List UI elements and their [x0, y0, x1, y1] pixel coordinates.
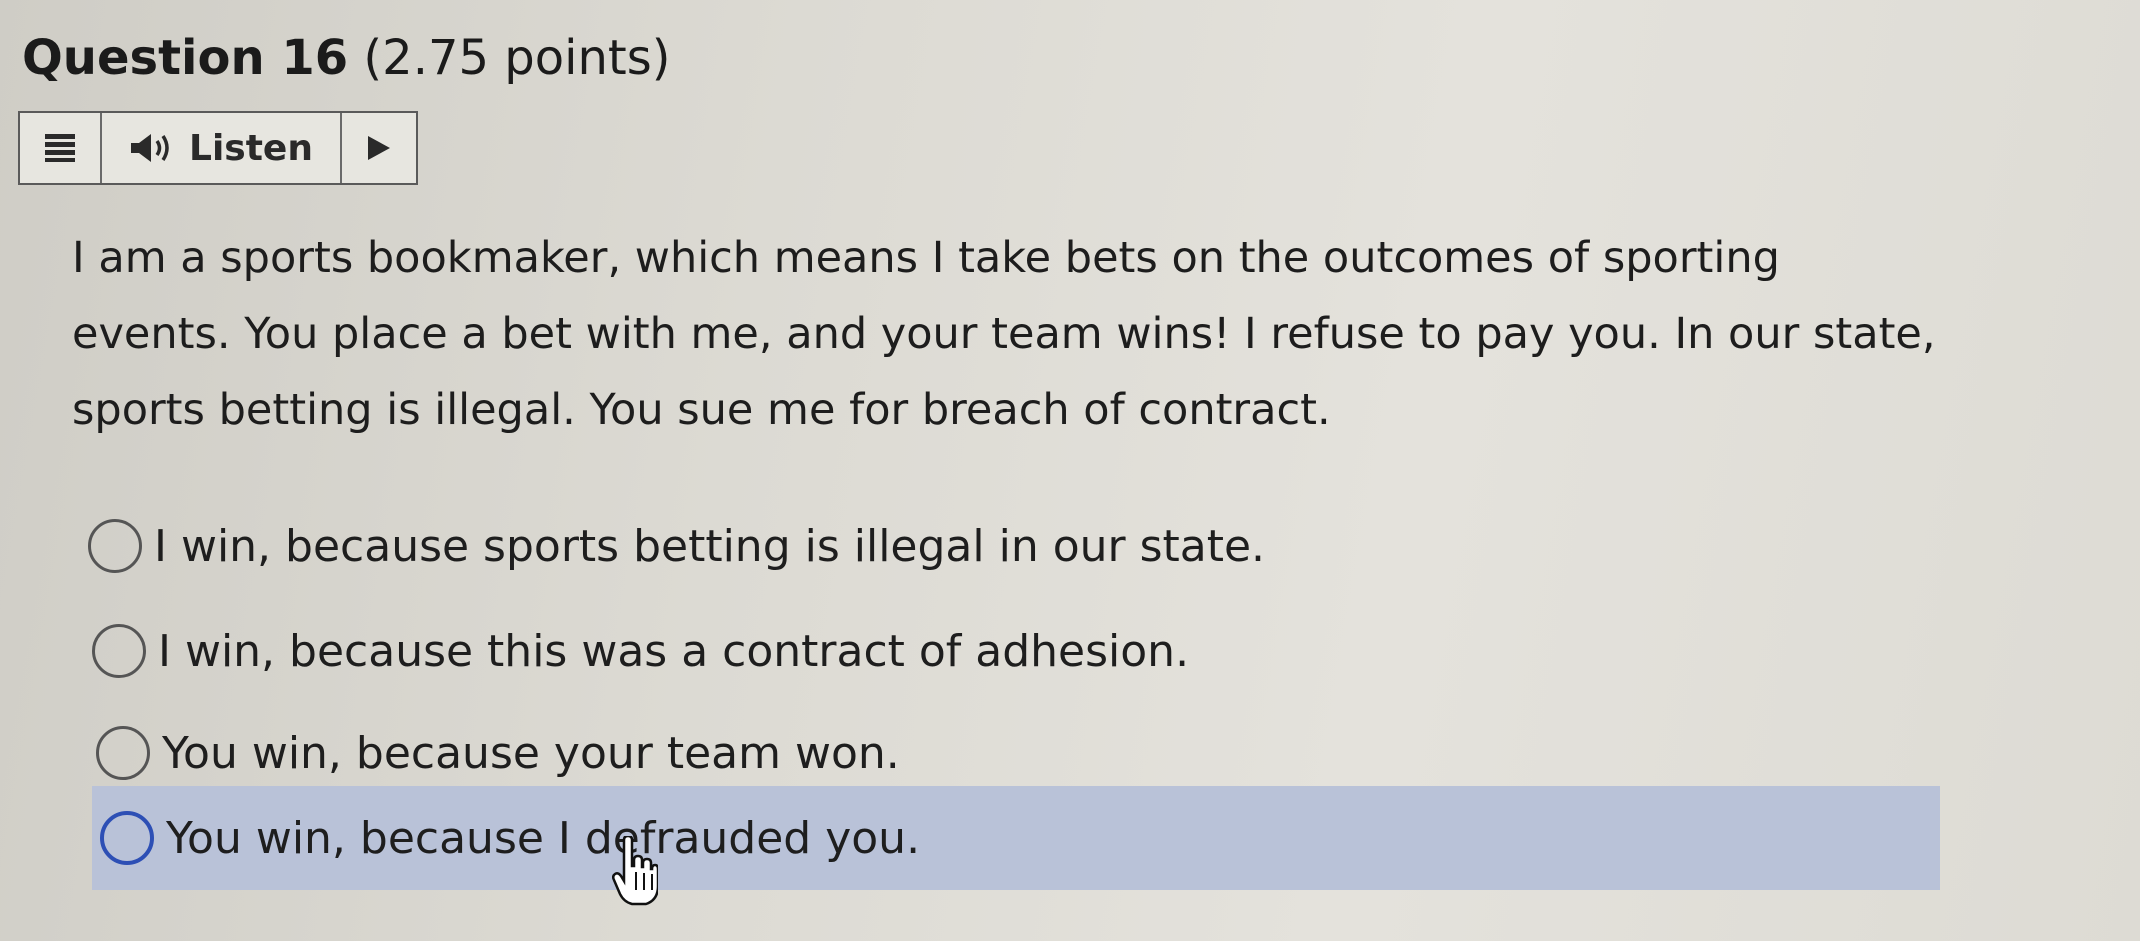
radio-button[interactable]: [100, 811, 154, 865]
answer-label: You win, because your team won.: [162, 727, 900, 779]
question-points: (2.75 points): [363, 30, 671, 86]
answer-option[interactable]: You win, because your team won.: [96, 720, 900, 786]
listen-toolbar: Listen: [18, 111, 418, 185]
answer-label: I win, because this was a contract of ad…: [158, 625, 1190, 677]
answer-label: I win, because sports betting is illegal…: [154, 520, 1266, 572]
prompt-line: events. You place a bet with me, and you…: [72, 309, 1936, 359]
answer-label: You win, because I defrauded you.: [166, 812, 921, 864]
hand-cursor-icon: [612, 836, 658, 906]
prompt-line: I am a sports bookmaker, which means I t…: [72, 233, 1780, 283]
answer-option[interactable]: I win, because this was a contract of ad…: [92, 618, 1189, 684]
play-button[interactable]: [342, 113, 416, 183]
question-prompt: I am a sports bookmaker, which means I t…: [72, 220, 2072, 448]
question-number: Question 16: [22, 30, 349, 86]
radio-button[interactable]: [96, 726, 150, 780]
listen-button[interactable]: Listen: [102, 113, 342, 183]
menu-button[interactable]: [20, 113, 102, 183]
listen-label: Listen: [189, 127, 313, 169]
speaker-icon: [131, 134, 169, 162]
prompt-line: sports betting is illegal. You sue me fo…: [72, 385, 1331, 435]
quiz-page: Question 16 (2.75 points) Listen I am a …: [0, 0, 2140, 941]
radio-button[interactable]: [88, 519, 142, 573]
menu-icon: [45, 134, 75, 162]
answer-option[interactable]: I win, because sports betting is illegal…: [88, 513, 1265, 579]
question-heading: Question 16 (2.75 points): [22, 26, 670, 90]
answer-option-hovered[interactable]: You win, because I defrauded you.: [92, 786, 1940, 890]
radio-button[interactable]: [92, 624, 146, 678]
play-icon: [368, 136, 390, 160]
